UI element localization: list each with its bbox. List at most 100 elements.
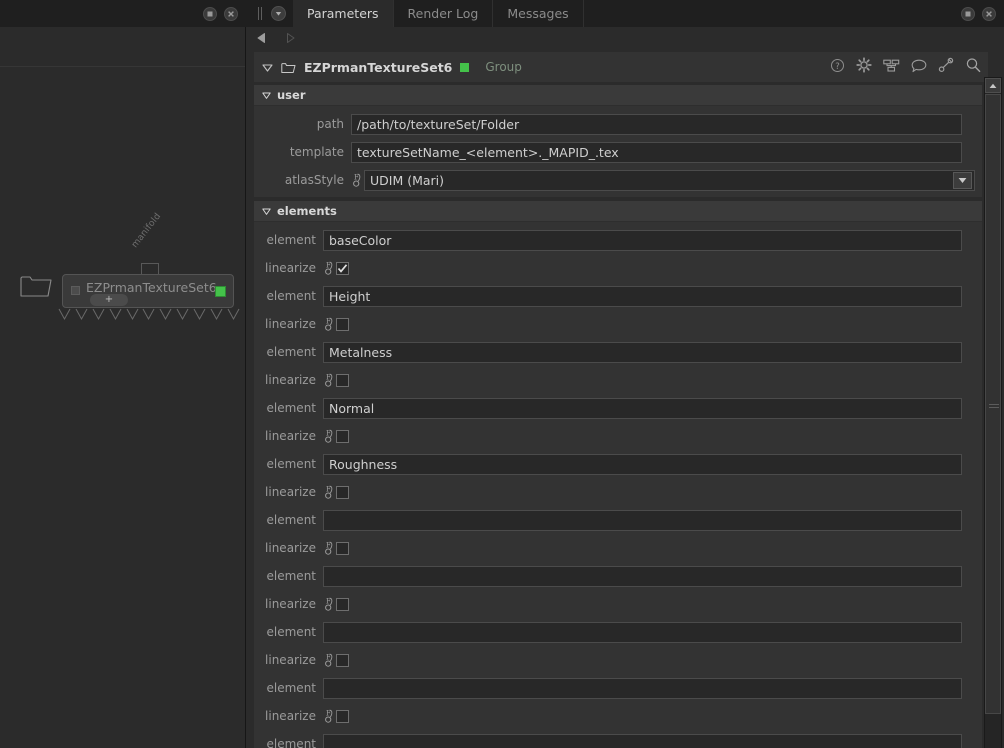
node-body[interactable]: EZPrmanTextureSet6 [62, 274, 234, 308]
param-label: element [266, 737, 316, 748]
triangle-down-icon[interactable] [262, 207, 271, 216]
expression-toggle-icon[interactable]: F [323, 428, 336, 444]
param-label: element [266, 289, 316, 303]
node-add-button[interactable]: + [90, 294, 128, 306]
tab-messages[interactable]: Messages [493, 0, 584, 27]
wrench-icon[interactable] [938, 57, 954, 77]
param-label: linearize [265, 373, 316, 387]
network-node[interactable]: manifold EZPrmanTextureSet6 + [14, 212, 240, 328]
atlasstyle-select[interactable]: UDIM (Mari) [364, 169, 975, 191]
node-display-flag[interactable] [71, 286, 80, 295]
back-arrow-icon[interactable] [256, 29, 268, 48]
drag-handle-icon[interactable] [255, 0, 265, 27]
section-header-elements[interactable]: elements [254, 201, 982, 222]
section-header-user[interactable]: user [254, 85, 982, 106]
element-input[interactable]: Height [323, 285, 962, 307]
expression-toggle-icon[interactable]: F [323, 596, 336, 612]
node-output-connector[interactable] [92, 308, 105, 322]
linearize-checkbox[interactable] [336, 597, 349, 611]
element-input[interactable]: Roughness [323, 453, 962, 475]
close-icon[interactable] [224, 6, 238, 21]
scroll-up-icon[interactable] [985, 78, 1001, 93]
chevron-down-circle-icon[interactable] [271, 6, 286, 21]
search-icon[interactable] [965, 57, 982, 78]
close-icon[interactable] [982, 6, 996, 21]
expression-toggle-icon[interactable]: F [323, 652, 336, 668]
expression-toggle-icon[interactable]: F [351, 172, 364, 188]
expression-toggle-icon[interactable]: F [323, 372, 336, 388]
node-path-header: EZPrmanTextureSet6 Group ? [254, 52, 988, 82]
linearize-checkbox[interactable] [336, 373, 349, 387]
titlebar-window-controls [961, 0, 996, 27]
houdini-window: manifold EZPrmanTextureSet6 + Parameters… [0, 0, 1004, 748]
linearize-checkbox[interactable] [336, 429, 349, 443]
linearize-checkbox[interactable] [336, 709, 349, 723]
expression-toggle-icon[interactable]: F [323, 540, 336, 556]
element-input[interactable]: Normal [323, 397, 962, 419]
element-input[interactable] [323, 509, 962, 531]
tab-parameters[interactable]: Parameters [293, 0, 394, 27]
node-output-connector[interactable] [193, 308, 206, 322]
param-row-path: path /path/to/textureSet/Folder [254, 110, 982, 138]
param-row-linearize: linearize F [254, 646, 982, 674]
help-icon[interactable]: ? [830, 58, 845, 77]
expression-toggle-icon[interactable]: F [323, 316, 336, 332]
linearize-checkbox[interactable] [336, 317, 349, 331]
linearize-checkbox[interactable] [336, 485, 349, 499]
node-output-connector[interactable] [159, 308, 172, 322]
triangle-down-icon[interactable] [262, 91, 271, 100]
folder-icon [281, 61, 296, 74]
linearize-checkbox[interactable] [336, 653, 349, 667]
node-output-connector[interactable] [75, 308, 88, 322]
param-row-linearize: linearize F [254, 310, 982, 338]
node-output-connector[interactable] [142, 308, 155, 322]
param-label: element [266, 625, 316, 639]
path-input[interactable]: /path/to/textureSet/Folder [351, 113, 962, 135]
linearize-checkbox[interactable] [336, 261, 349, 275]
expression-toggle-icon[interactable]: F [323, 260, 336, 276]
param-row-linearize: linearize F [254, 254, 982, 282]
network-canvas[interactable]: manifold EZPrmanTextureSet6 + [0, 68, 245, 748]
element-input[interactable]: baseColor [323, 229, 962, 251]
expression-toggle-icon[interactable]: F [323, 708, 336, 724]
node-input-connector-manifold[interactable] [141, 263, 159, 274]
chevron-down-icon[interactable] [953, 171, 972, 189]
triangle-down-icon[interactable] [262, 62, 273, 73]
tab-label: Messages [507, 6, 569, 21]
param-row-element: element Height [254, 282, 982, 310]
linearize-checkbox[interactable] [336, 541, 349, 555]
element-input[interactable] [323, 565, 962, 587]
node-output-connector[interactable] [58, 308, 71, 322]
param-label: element [266, 457, 316, 471]
element-input[interactable] [323, 733, 962, 748]
atlasstyle-value: UDIM (Mari) [370, 172, 445, 188]
scrollbar-thumb[interactable] [985, 94, 1001, 714]
comment-icon[interactable] [911, 58, 927, 77]
node-output-connectors[interactable] [58, 308, 240, 324]
gear-icon[interactable] [856, 57, 872, 77]
parameter-scroll-area[interactable]: user path /path/to/textureSet/Folder tem… [254, 85, 982, 748]
param-label: path [316, 117, 344, 131]
element-input[interactable] [323, 621, 962, 643]
node-tree-icon[interactable] [883, 58, 900, 77]
element-input[interactable]: Metalness [323, 341, 962, 363]
maximize-icon[interactable] [203, 6, 217, 21]
param-row-element: element Normal [254, 394, 982, 422]
element-input[interactable] [323, 677, 962, 699]
status-badge [215, 286, 226, 297]
node-output-connector[interactable] [210, 308, 223, 322]
expression-toggle-icon[interactable]: F [323, 484, 336, 500]
template-input[interactable]: textureSetName_<element>._MAPID_.tex [351, 141, 962, 163]
node-output-connector[interactable] [227, 308, 240, 322]
param-label: element [266, 513, 316, 527]
node-output-connector[interactable] [176, 308, 189, 322]
tab-render-log[interactable]: Render Log [394, 0, 494, 27]
node-output-connector[interactable] [126, 308, 139, 322]
param-row-linearize: linearize F [254, 366, 982, 394]
network-editor-pane: manifold EZPrmanTextureSet6 + [0, 0, 246, 748]
tab-label: Parameters [307, 6, 379, 21]
maximize-icon[interactable] [961, 6, 975, 21]
vertical-scrollbar[interactable] [984, 77, 1002, 748]
node-output-connector[interactable] [109, 308, 122, 322]
param-label: linearize [265, 429, 316, 443]
